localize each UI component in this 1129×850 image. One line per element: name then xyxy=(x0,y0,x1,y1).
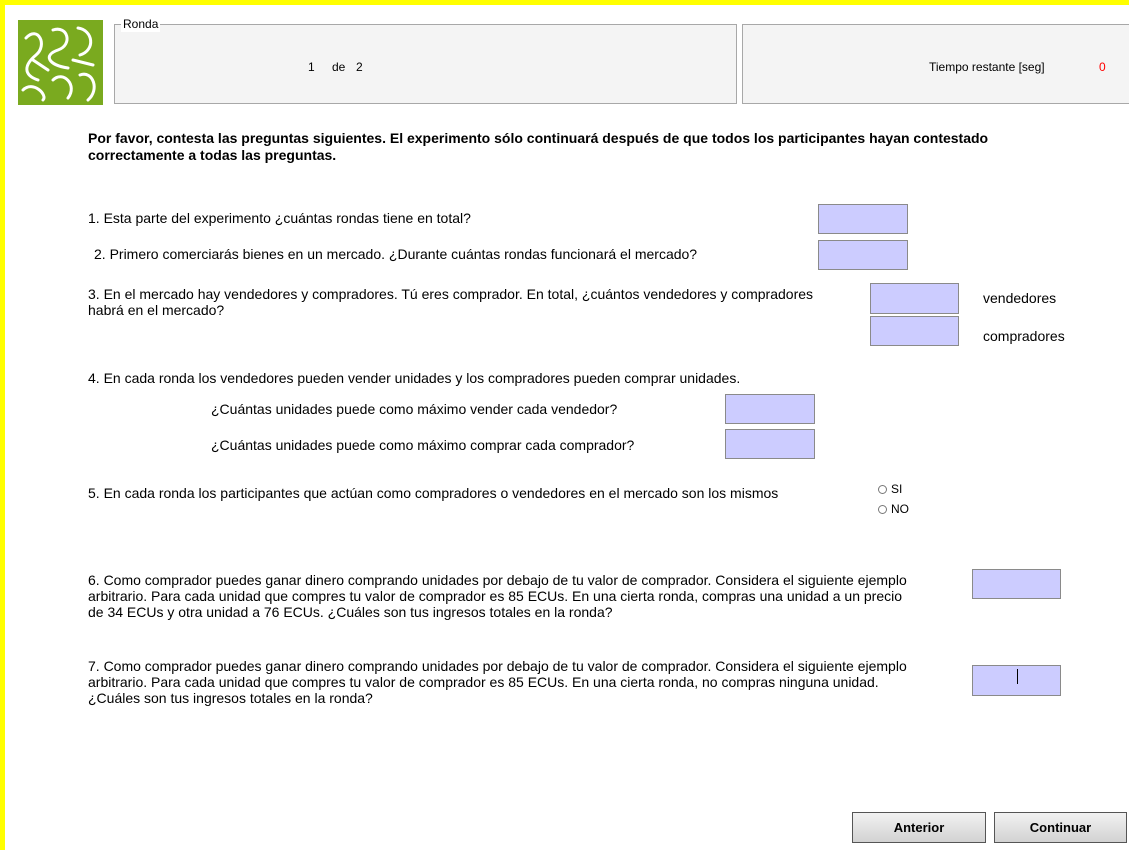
round-group: Ronda 1 de 2 xyxy=(114,16,737,104)
question-5-yes-label: SI xyxy=(891,482,903,496)
time-group: Tiempo restante [seg] 0 xyxy=(742,24,1129,104)
round-total: 2 xyxy=(356,60,363,74)
question-5-no-label: NO xyxy=(891,502,909,516)
question-3-buyers-label: compradores xyxy=(983,328,1065,344)
window-top-border xyxy=(0,0,1129,5)
question-5-option-no[interactable]: NO xyxy=(878,502,909,516)
question-4b-text: ¿Cuántas unidades puede como máximo comp… xyxy=(211,437,635,453)
question-4a-input[interactable] xyxy=(725,394,815,424)
round-of-label: de xyxy=(332,60,346,74)
question-1-input[interactable] xyxy=(818,204,908,234)
radio-no-icon[interactable] xyxy=(878,504,887,514)
question-6-text: 6. Como comprador puedes ganar dinero co… xyxy=(88,572,907,620)
round-legend: Ronda xyxy=(121,16,161,32)
question-3-buyers-input[interactable] xyxy=(870,316,959,346)
window-left-border xyxy=(0,0,5,850)
round-current: 1 xyxy=(308,60,315,74)
puzzle-logo-icon xyxy=(18,20,103,105)
question-7-input[interactable] xyxy=(972,665,1061,696)
question-5-option-yes[interactable]: SI xyxy=(878,482,902,496)
question-3-sellers-label: vendedores xyxy=(983,290,1057,306)
question-3-text: 3. En el mercado hay vendedores y compra… xyxy=(88,286,814,318)
time-remaining-label: Tiempo restante [seg] xyxy=(929,60,1045,74)
question-1-text: 1. Esta parte del experimento ¿cuántas r… xyxy=(88,210,471,226)
time-remaining-value: 0 xyxy=(1099,60,1106,74)
question-7-text: 7. Como comprador puedes ganar dinero co… xyxy=(88,658,907,706)
question-2-text: 2. Primero comerciarás bienes en un merc… xyxy=(94,246,698,262)
question-4-text: 4. En cada ronda los vendedores pueden v… xyxy=(88,370,741,386)
back-button[interactable]: Anterior xyxy=(852,812,986,843)
question-4a-text: ¿Cuántas unidades puede como máximo vend… xyxy=(211,401,618,417)
continue-button[interactable]: Continuar xyxy=(994,812,1127,843)
question-3-sellers-input[interactable] xyxy=(870,283,959,314)
question-4b-input[interactable] xyxy=(725,429,815,459)
question-2-input[interactable] xyxy=(818,240,908,270)
question-5-text: 5. En cada ronda los participantes que a… xyxy=(88,485,779,501)
radio-yes-icon[interactable] xyxy=(878,484,887,494)
text-cursor xyxy=(1017,669,1018,684)
question-6-input[interactable] xyxy=(972,569,1061,599)
instructions-text: Por favor, contesta las preguntas siguie… xyxy=(88,130,989,163)
